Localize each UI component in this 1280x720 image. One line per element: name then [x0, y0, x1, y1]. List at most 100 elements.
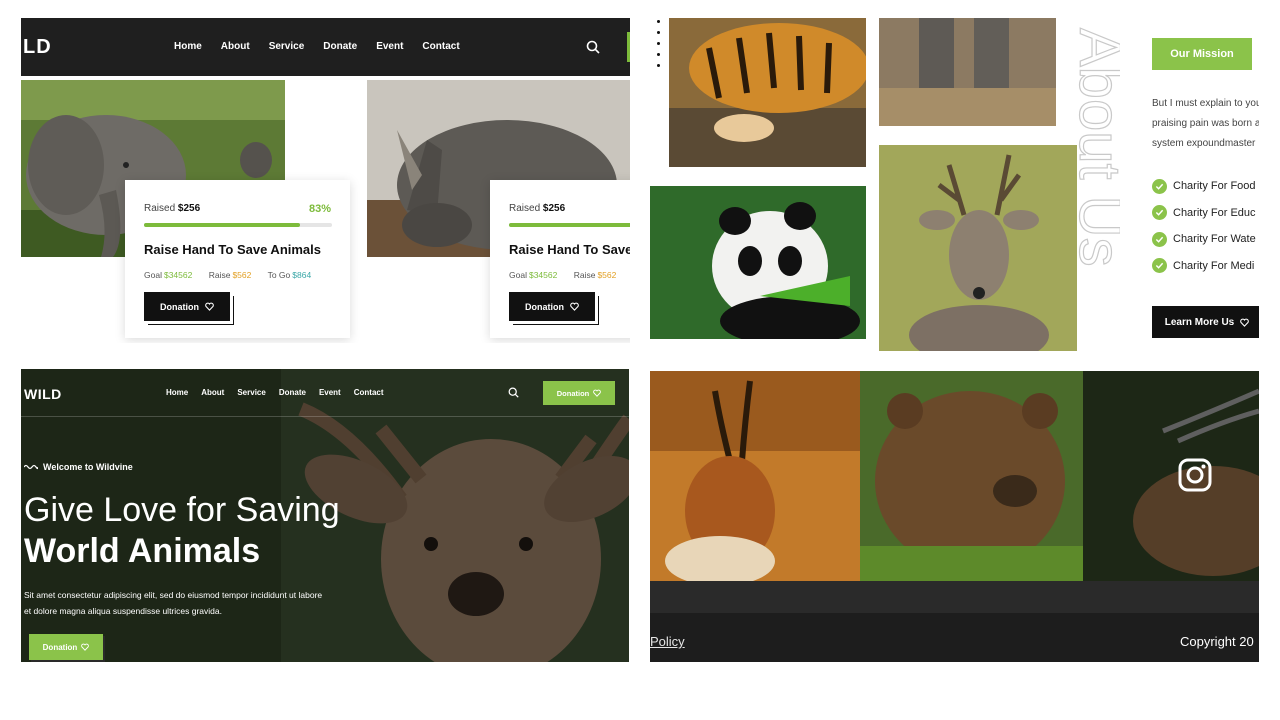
- raise-value: $562: [597, 270, 617, 280]
- nav-contact[interactable]: Contact: [354, 388, 384, 397]
- nav-home[interactable]: Home: [166, 388, 188, 397]
- card-title[interactable]: Raise Hand To Save Animals: [144, 242, 321, 257]
- heart-icon: [81, 643, 90, 651]
- donation-button-label: Donation: [525, 301, 564, 312]
- togo-value: $864: [292, 270, 312, 280]
- tiger-photo: [669, 18, 866, 167]
- copyright-text: Copyright 20: [1180, 634, 1254, 649]
- donation-label: Donation: [42, 642, 78, 652]
- check-icon: [1152, 231, 1167, 247]
- nav-about[interactable]: About: [221, 41, 250, 52]
- heart-icon: [205, 302, 214, 311]
- list-item: Charity For Medi: [1152, 253, 1256, 280]
- about-paragraph: But I must explain to you praising pain …: [1152, 94, 1259, 154]
- raise-label: Raise: [208, 270, 231, 280]
- goal-label: Goal: [144, 270, 162, 280]
- hero-heading-line2: World Animals: [24, 532, 261, 570]
- vertical-heading: About Us: [1067, 28, 1120, 267]
- heart-icon: [593, 389, 602, 397]
- raised-label: Raised: [144, 203, 176, 214]
- togo-label: To Go: [267, 270, 291, 280]
- nav-service[interactable]: Service: [237, 388, 265, 397]
- hero-donation-button[interactable]: Donation: [29, 634, 103, 660]
- raised-value: $256: [177, 203, 201, 214]
- search-icon[interactable]: [586, 40, 600, 54]
- check-icon: [1152, 178, 1167, 194]
- policy-link[interactable]: Policy: [650, 634, 685, 649]
- about-us-vertical-text: About Us: [1066, 27, 1120, 267]
- nav-service[interactable]: Service: [269, 41, 305, 52]
- raised-amount: Raised $256: [144, 203, 200, 214]
- nav-donate[interactable]: Donate: [279, 388, 306, 397]
- nav-about[interactable]: About: [201, 388, 224, 397]
- elephant-legs-photo: [879, 18, 1056, 126]
- nav-links: Home About Service Donate Event Contact: [166, 388, 397, 397]
- learn-more-button[interactable]: Learn More Us: [1152, 306, 1259, 338]
- nav-contact[interactable]: Contact: [422, 41, 459, 52]
- raised-value: $256: [542, 203, 566, 214]
- our-mission-button[interactable]: Our Mission: [1152, 38, 1252, 70]
- paragraph-line: But I must explain to you: [1152, 98, 1259, 109]
- nav-event[interactable]: Event: [319, 388, 341, 397]
- site-logo[interactable]: LD: [23, 36, 52, 59]
- donation-card: Raised $256 83% Raise Hand To Save Anima…: [125, 180, 350, 338]
- charity-label: Charity For Food: [1173, 180, 1256, 193]
- gallery-footer-panel: Policy Copyright 20: [650, 371, 1259, 662]
- raise-value: $562: [232, 270, 252, 280]
- donation-card: Raised $256 Raise Hand To Save / Goal $34…: [490, 180, 630, 338]
- charity-label: Charity For Wate: [1173, 233, 1256, 246]
- progress-fill: [509, 223, 630, 227]
- donation-label: Donation: [556, 388, 590, 398]
- bear-photo: [860, 371, 1083, 581]
- hero-navbar: WILD Home About Service Donate Event Con…: [21, 369, 629, 417]
- progress-fill: [144, 223, 301, 227]
- nav-event[interactable]: Event: [376, 41, 403, 52]
- card-stats: Goal $34562 Raise $562: [509, 270, 630, 280]
- charity-label: Charity For Educ: [1173, 206, 1256, 219]
- impala-photo: [650, 371, 860, 581]
- progress-bar: [144, 223, 332, 227]
- progress-bar: [509, 223, 630, 227]
- donation-button-label: Donation: [160, 301, 199, 312]
- paragraph-line: praising pain was born a: [1152, 118, 1259, 129]
- nav-donate[interactable]: Donate: [323, 41, 357, 52]
- charity-list: Charity For Food Charity For Educ Charit…: [1152, 173, 1256, 279]
- goal-value: $34562: [528, 270, 558, 280]
- instagram-icon[interactable]: [1177, 457, 1213, 493]
- learn-more-label: Learn More Us: [1164, 316, 1235, 328]
- list-item: Charity For Educ: [1152, 200, 1256, 227]
- paragraph-line: system expoundmaster: [1152, 138, 1256, 149]
- charity-label: Charity For Medi: [1173, 259, 1255, 272]
- nav-home[interactable]: Home: [174, 41, 202, 52]
- decorative-dots: [657, 20, 661, 75]
- goal-label: Goal: [509, 270, 527, 280]
- search-icon[interactable]: [508, 387, 519, 398]
- donation-button[interactable]: Donation: [509, 292, 595, 321]
- footer-band: [650, 581, 1259, 613]
- progress-percent: 83%: [308, 203, 331, 215]
- list-item: Charity For Food: [1152, 173, 1256, 200]
- raise-label: Raise: [573, 270, 596, 280]
- hero-panel: WILD Home About Service Donate Event Con…: [21, 369, 629, 662]
- divider: [21, 416, 629, 417]
- nav-donate-button-edge[interactable]: [627, 32, 630, 62]
- welcome-text: Welcome to Wildvine: [43, 462, 133, 472]
- header-donation-button[interactable]: Donation: [543, 381, 615, 405]
- heart-icon: [570, 302, 579, 311]
- heart-icon: [1240, 318, 1250, 327]
- raised-amount: Raised $256: [509, 203, 565, 214]
- card-title[interactable]: Raise Hand To Save /: [509, 242, 630, 257]
- donation-cards-panel: LD Home About Service Donate Event Conta…: [21, 18, 630, 343]
- list-item: Charity For Wate: [1152, 226, 1256, 253]
- site-logo[interactable]: WILD: [24, 386, 62, 402]
- wave-icon: [24, 464, 38, 470]
- about-us-panel: About Us Our Mission But I must explain …: [650, 18, 1259, 353]
- top-navbar: LD Home About Service Donate Event Conta…: [21, 18, 630, 76]
- panda-photo: [650, 186, 866, 339]
- donation-button[interactable]: Donation: [144, 292, 230, 321]
- nav-links: Home About Service Donate Event Contact: [174, 41, 479, 52]
- check-icon: [1152, 205, 1167, 221]
- goal-value: $34562: [163, 270, 193, 280]
- gazelle-photo: [1083, 371, 1259, 581]
- card-stats: Goal $34562 Raise $562 To Go $864: [144, 270, 311, 280]
